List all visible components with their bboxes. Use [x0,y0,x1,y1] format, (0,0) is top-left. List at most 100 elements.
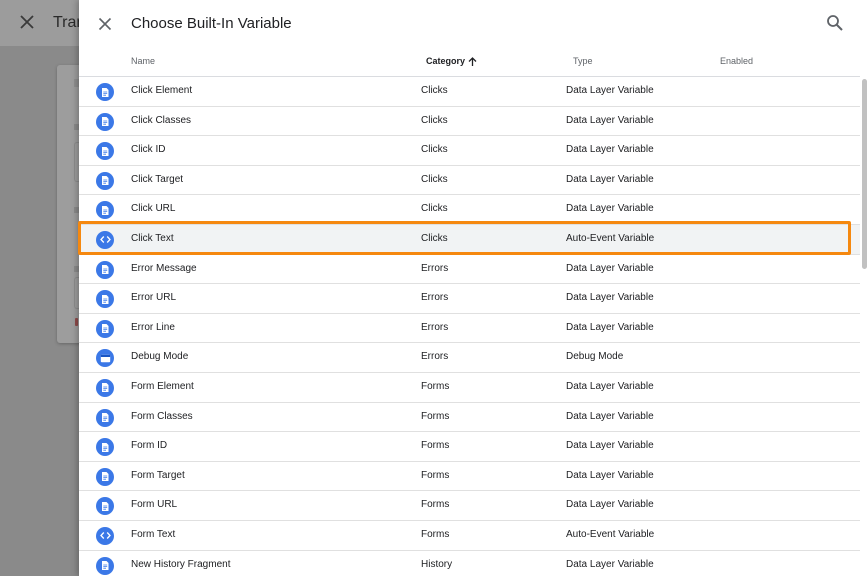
variable-category: Errors [421,321,449,333]
table-row[interactable]: Click Target Clicks Data Layer Variable [79,165,860,196]
column-header-enabled[interactable]: Enabled [720,56,753,66]
variable-type: Data Layer Variable [566,203,654,215]
column-header-name[interactable]: Name [131,56,155,66]
variable-name: Error URL [131,292,177,304]
document-icon [96,171,114,190]
variable-type: Debug Mode [566,351,624,363]
variable-type: Auto-Event Variable [566,232,655,244]
document-icon [96,497,114,516]
document-icon [96,556,114,575]
table-row[interactable]: Form Element Forms Data Layer Variable [79,372,860,403]
table-row[interactable]: Form Text Forms Auto-Event Variable [79,520,860,551]
variable-name: Click ID [131,144,166,156]
table-row[interactable]: Form ID Forms Data Layer Variable [79,432,860,462]
variable-name: Form URL [131,499,178,511]
variable-name: Click URL [131,203,176,215]
background-error-mark [75,318,78,326]
sheet-title: Choose Built-In Variable [131,15,292,32]
variable-name: Form Classes [131,410,193,422]
arrow-up-icon [468,56,477,66]
table-row[interactable]: Click Element Clicks Data Layer Variable [79,77,860,107]
close-icon[interactable] [96,15,114,33]
variable-category: Forms [421,469,450,481]
variable-name: Click Target [131,173,184,185]
column-header-category-label: Category [426,56,466,66]
document-icon [96,260,114,279]
table-row[interactable]: Error URL Errors Data Layer Variable [79,284,860,314]
variable-type: Data Layer Variable [566,469,654,481]
column-header-type[interactable]: Type [573,56,593,66]
variable-category: Clicks [421,173,448,185]
document-icon [96,408,114,427]
document-icon [96,201,114,220]
variable-name: Form Element [131,380,194,392]
table-row[interactable]: Form Classes Forms Data Layer Variable [79,402,860,433]
variable-category: History [421,558,453,570]
document-icon [96,290,114,309]
variable-name: Error Message [131,262,197,274]
choose-variable-sheet: Choose Built-In Variable Name Category T… [79,0,868,576]
variable-type: Data Layer Variable [566,410,654,422]
variable-category: Forms [421,380,450,392]
table-row[interactable]: Click URL Clicks Data Layer Variable [79,195,860,225]
table-row[interactable]: New History Fragment History Data Layer Va… [79,550,860,576]
variable-category: Forms [421,528,450,540]
variable-list: Click Element Clicks Data Layer Variable Cl… [79,77,860,576]
variable-name: Debug Mode [131,351,189,363]
variable-type: Data Layer Variable [566,321,654,333]
table-row[interactable]: Form Target Forms Data Layer Variable [79,461,860,492]
document-icon [96,319,114,338]
table-row[interactable]: Error Line Errors Data Layer Variable [79,313,860,344]
document-icon [96,438,114,457]
variable-type: Data Layer Variable [566,440,654,452]
variable-category: Clicks [421,85,448,96]
variable-category: Errors [421,292,449,304]
variable-type: Auto-Event Variable [566,528,655,540]
table-row[interactable]: Click ID Clicks Data Layer Variable [79,136,860,166]
table-row[interactable]: Error Message Errors Data Layer Variable [79,254,860,285]
variable-type: Data Layer Variable [566,262,654,274]
search-icon[interactable] [826,14,844,32]
variable-type: Data Layer Variable [566,85,654,96]
variable-name: Form ID [131,440,168,452]
table-row[interactable]: Form URL Forms Data Layer Variable [79,491,860,521]
variable-category: Errors [421,262,449,274]
scrollbar-thumb[interactable] [862,79,867,269]
variable-name: Click Element [131,85,193,96]
variable-category: Forms [421,440,450,452]
document-icon [96,83,114,101]
variable-category: Forms [421,499,450,511]
code-icon [96,526,114,545]
document-icon [96,467,114,486]
variable-name: Form Target [131,469,185,481]
variable-type: Data Layer Variable [566,499,654,511]
variable-type: Data Layer Variable [566,292,654,304]
column-header-category[interactable]: Category [426,56,477,67]
variable-category: Clicks [421,114,448,126]
document-icon [96,142,114,161]
table-row[interactable]: Click Classes Clicks Data Layer Variable [79,106,860,137]
document-icon [96,378,114,397]
variable-category: Forms [421,410,450,422]
variable-name: Click Text [131,232,174,244]
close-icon [20,15,34,29]
scrollbar[interactable] [860,77,868,576]
table-row[interactable]: Click Text Clicks Auto-Event Variable [79,224,860,255]
document-icon [96,112,114,131]
variable-type: Data Layer Variable [566,380,654,392]
variable-category: Clicks [421,144,448,156]
variable-type: Data Layer Variable [566,558,654,570]
variable-type: Data Layer Variable [566,144,654,156]
variable-category: Clicks [421,203,448,215]
table-row[interactable]: Debug Mode Errors Debug Mode [79,343,860,373]
variable-category: Errors [421,351,449,363]
variable-name: Form Text [131,528,176,540]
variable-name: New History Fragment [131,558,231,570]
variable-name: Click Classes [131,114,192,126]
code-icon [96,230,114,249]
variable-category: Clicks [421,232,448,244]
variable-name: Error Line [131,321,175,333]
variable-type: Data Layer Variable [566,114,654,126]
variable-type: Data Layer Variable [566,173,654,185]
window-icon [96,349,114,368]
